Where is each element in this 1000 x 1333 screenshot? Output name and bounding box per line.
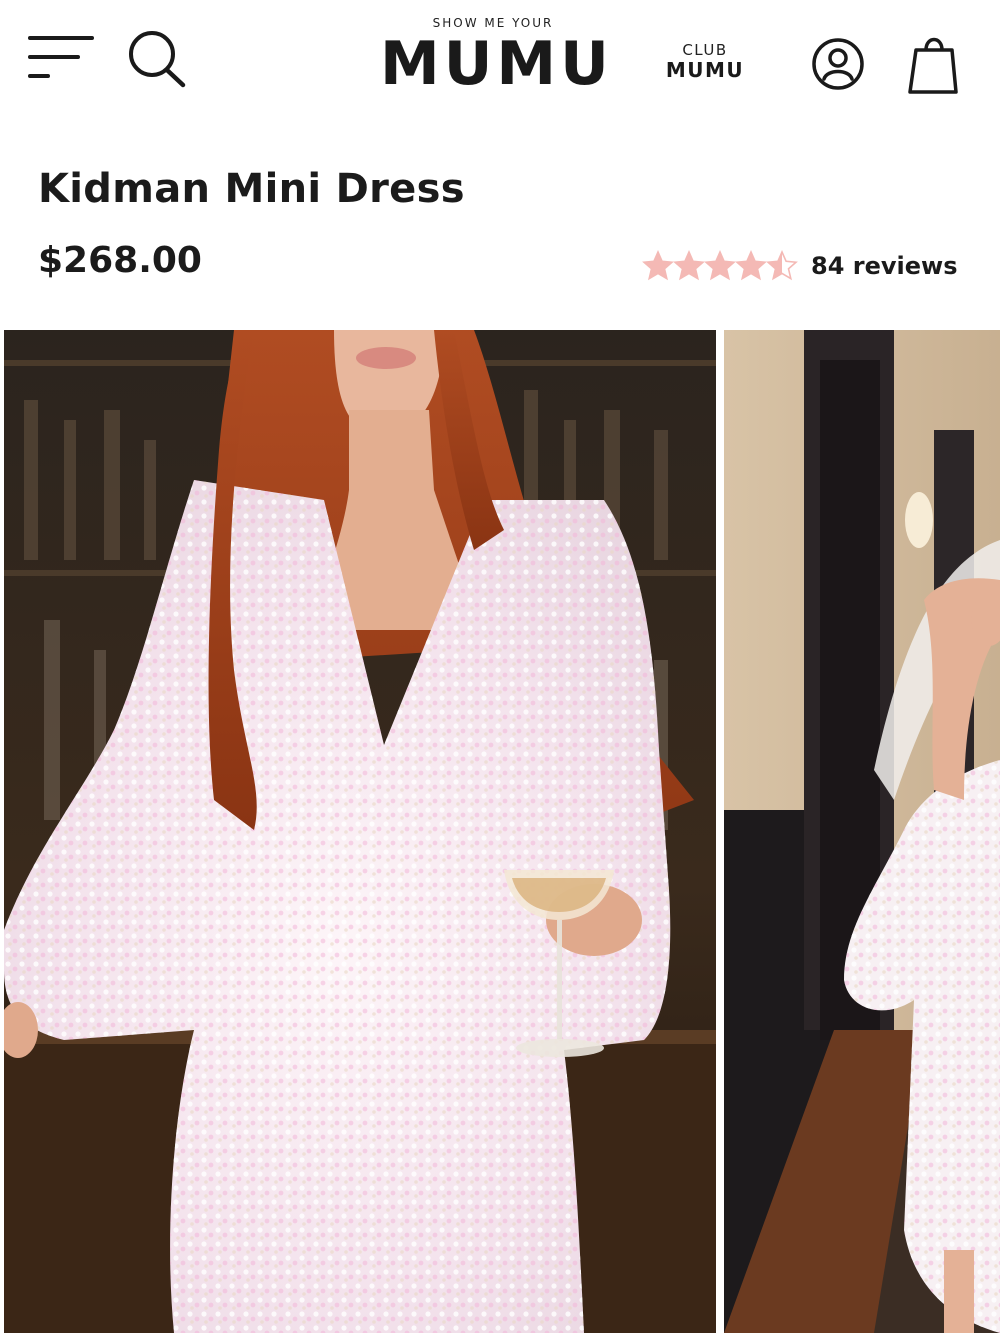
rating-star-icon	[673, 250, 705, 281]
search-icon[interactable]	[126, 30, 188, 88]
site-header: SHOW ME YOUR MUMU CLUB MUMU	[0, 0, 1000, 125]
rating-star-icon	[704, 250, 736, 281]
rating-star-icon	[735, 250, 767, 281]
product-title: Kidman Mini Dress	[38, 166, 465, 212]
club-label-line2: MUMU	[665, 58, 745, 82]
product-image-secondary[interactable]	[724, 330, 1000, 1333]
site-logo[interactable]: SHOW ME YOUR MUMU	[380, 14, 613, 104]
shopping-bag-icon[interactable]	[906, 32, 962, 96]
club-mumu-link[interactable]: CLUB MUMU	[662, 40, 748, 80]
account-icon[interactable]	[810, 36, 866, 92]
product-image-main[interactable]	[4, 330, 716, 1333]
menu-icon[interactable]	[28, 34, 96, 84]
reviews-count-link[interactable]: 84 reviews	[811, 252, 957, 280]
club-label-line1: CLUB	[682, 41, 728, 59]
logo-tagline: SHOW ME YOUR	[432, 16, 554, 30]
product-rating[interactable]: 84 reviews	[642, 248, 957, 284]
product-image-gallery[interactable]	[0, 330, 1000, 1333]
rating-star-icon	[642, 250, 674, 281]
rating-stars	[642, 250, 798, 282]
rating-star-icon	[766, 250, 798, 281]
logo-wordmark: MUMU	[380, 29, 613, 99]
product-price: $268.00	[38, 240, 202, 281]
